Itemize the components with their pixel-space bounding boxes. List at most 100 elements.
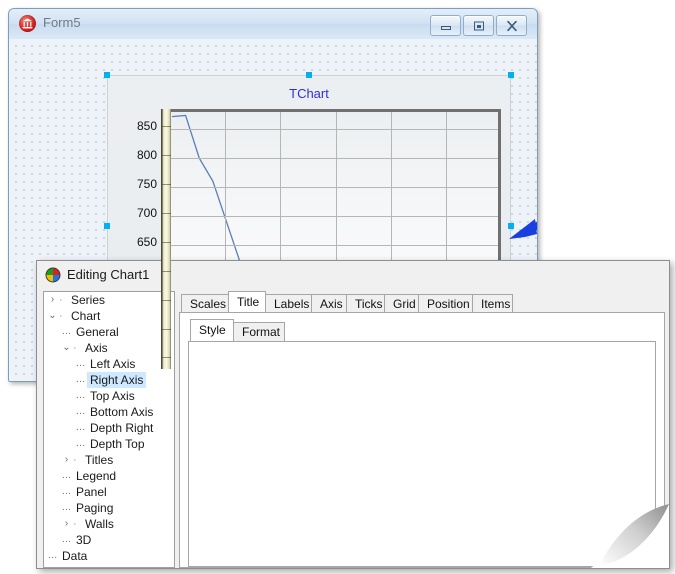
outer-tab-strip[interactable]: Scales Title Labels Axis Ticks Grid Position It… [179, 291, 665, 312]
tree-item-axis[interactable]: ⌄ · Axis [44, 340, 174, 356]
tab-position[interactable]: Position [418, 294, 473, 312]
y-axis-tick-label: 750 [136, 177, 157, 192]
tree-item-label: Walls [85, 517, 114, 531]
tree-item-depth-top[interactable]: … Depth Top [44, 436, 174, 452]
chart-pie-icon [45, 267, 61, 283]
y-axis-tick [162, 184, 171, 186]
chart-gridline-horizontal [170, 129, 498, 131]
y-axis-tick [162, 299, 171, 301]
tree-item-panel[interactable]: … Panel [44, 484, 174, 500]
selection-handle-top-center[interactable] [306, 72, 312, 78]
tree-item-top-axis[interactable]: … Top Axis [44, 388, 174, 404]
tree-item-titles[interactable]: › · Titles [44, 452, 174, 468]
tab-title[interactable]: Title [228, 291, 266, 312]
dialog-body: › · Series ⌄ · Chart… General ⌄ · Axis… Left Axis…… [37, 291, 669, 568]
y-axis-tick [162, 126, 171, 128]
tree-item-label: Titles [85, 453, 114, 467]
y-axis-tick [162, 155, 171, 157]
tree-item-3d[interactable]: … 3D [44, 532, 174, 548]
form-title-text: Form5 [43, 15, 81, 30]
tree-connector-dot: · [73, 454, 77, 466]
tree-leaf-connector-icon: … [61, 534, 72, 545]
tree-connector-dot: · [59, 294, 63, 306]
tree-item-label: 3D [76, 533, 92, 547]
chevron-right-icon[interactable]: › [60, 452, 73, 468]
inner-tab-strip[interactable]: Style Format [188, 319, 664, 341]
tree-connector-dot: · [73, 518, 77, 530]
chart-gridline-horizontal [170, 244, 498, 246]
y-axis-tick [162, 328, 171, 330]
bank-glyph [22, 18, 33, 29]
tree-item-label: Series [71, 293, 106, 307]
chevron-right-icon[interactable]: › [60, 516, 73, 532]
chart-gridline-horizontal [170, 158, 498, 160]
y-axis-tick-label: 700 [136, 206, 157, 220]
tab-labels[interactable]: Labels [265, 294, 312, 312]
tree-leaf-connector-icon: … [75, 390, 86, 401]
chevron-down-icon[interactable]: ⌄ [46, 308, 59, 324]
dialog-title-text: Editing Chart1 [67, 267, 150, 282]
tree-item-depth-right[interactable]: … Depth Right [44, 420, 174, 436]
tree-connector-dot: · [73, 342, 77, 354]
tree-item-label: Left Axis [90, 357, 136, 371]
inner-tab-style[interactable]: Style [190, 319, 234, 341]
tree-connector-dot: · [59, 310, 63, 322]
selection-handle-top-right[interactable] [508, 72, 514, 78]
maximize-button[interactable] [463, 15, 494, 36]
tree-item-label: Panel [76, 485, 107, 499]
tab-ticks[interactable]: Ticks [346, 294, 385, 312]
form-titlebar[interactable]: Form5 [9, 9, 537, 40]
chevron-down-icon[interactable]: ⌄ [60, 340, 73, 356]
tree-leaf-connector-icon: … [75, 422, 86, 433]
y-axis-tick [162, 357, 171, 359]
tree-item-series[interactable]: › · Series [44, 292, 174, 308]
tree-item-legend[interactable]: … Legend [44, 468, 174, 484]
tree-item-general[interactable]: … General [44, 324, 174, 340]
inner-tab-format[interactable]: Format [233, 322, 285, 341]
tree-leaf-connector-icon: … [75, 374, 86, 385]
y-axis-tick [162, 270, 171, 272]
tree-item-label: Depth Right [90, 421, 154, 435]
inner-tab-body [188, 341, 656, 567]
tab-scales[interactable]: Scales [181, 294, 229, 312]
tree-leaf-connector-icon: … [61, 470, 72, 481]
tree-item-chart[interactable]: ⌄ · Chart [44, 308, 174, 324]
close-button[interactable] [496, 15, 527, 36]
tree-item-label: Bottom Axis [90, 405, 154, 419]
minimize-button[interactable] [430, 15, 461, 36]
tree-item-walls[interactable]: › · Walls [44, 516, 174, 532]
page-curl-effect [591, 504, 669, 568]
selection-handle-mid-left[interactable] [104, 223, 110, 229]
chart-gridline-horizontal [170, 216, 498, 217]
chart-title: TChart [289, 86, 329, 101]
tree-item-data[interactable]: … Data [44, 548, 174, 564]
left-axis-3d-wall [161, 109, 171, 369]
tab-grid[interactable]: Grid [384, 294, 419, 312]
chevron-right-icon[interactable]: › [46, 292, 59, 308]
tree-item-bottom-axis[interactable]: … Bottom Axis [44, 404, 174, 420]
tree-item-label: Legend [76, 469, 117, 483]
tree-item-label: Axis [85, 341, 108, 355]
tree-item-label: Paging [76, 501, 114, 515]
tab-axis[interactable]: Axis [311, 294, 347, 312]
tree-item-paging[interactable]: … Paging [44, 500, 174, 516]
tab-items[interactable]: Items [472, 294, 513, 312]
dialog-titlebar[interactable]: Editing Chart1 [37, 261, 669, 291]
tree-item-right-axis[interactable]: … Right Axis [44, 372, 174, 388]
tree-leaf-connector-icon: … [75, 358, 86, 369]
tree-item-left-axis[interactable]: … Left Axis [44, 356, 174, 372]
tree-leaf-connector-icon: … [75, 406, 86, 417]
form-icon [19, 15, 36, 32]
y-axis-tick-label: 800 [136, 148, 157, 163]
tree-item-label: Chart [71, 309, 101, 323]
tree-item-label: Right Axis [87, 372, 147, 388]
tree-item-label: Top Axis [90, 389, 135, 403]
tree-leaf-connector-icon: … [61, 486, 72, 497]
selection-handle-top-left[interactable] [104, 72, 110, 78]
chart-tree-view[interactable]: › · Series ⌄ · Chart… General ⌄ · Axis… Left Axis…… [43, 291, 175, 568]
maximize-icon [473, 21, 484, 30]
y-axis-tick-label: 850 [136, 119, 157, 134]
tree-leaf-connector-icon: … [61, 502, 72, 513]
y-axis-tick-label: 650 [136, 234, 157, 249]
tree-leaf-connector-icon: … [61, 326, 72, 337]
